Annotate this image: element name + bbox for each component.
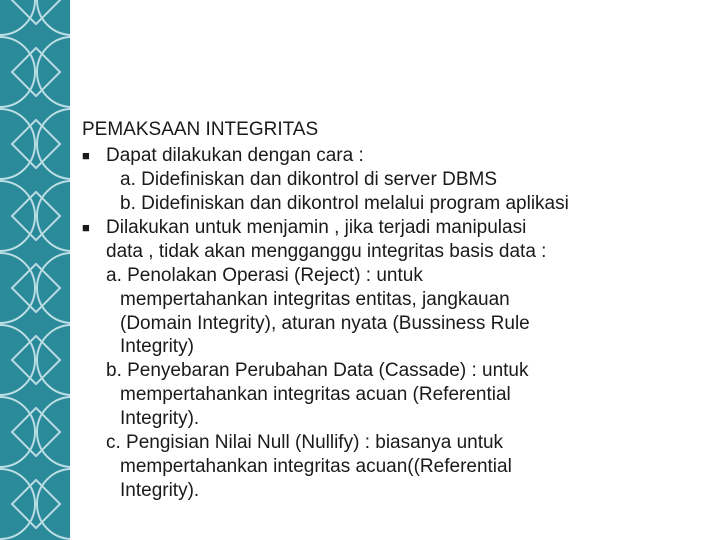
bullet-2c-2: mempertahankan integritas acuan((Referen… (82, 455, 702, 479)
bullet-2-cont: data , tidak akan mengganggu integritas … (82, 240, 702, 264)
bullet-2b-2: mempertahankan integritas acuan (Referen… (82, 383, 702, 407)
bullet-icon: ■ (82, 216, 106, 240)
bullet-2-text: Dilakukan untuk menjamin , jika terjadi … (106, 216, 702, 240)
bullet-2a-1: a. Penolakan Operasi (Reject) : untuk (82, 264, 702, 288)
bullet-2: ■ Dilakukan untuk menjamin , jika terjad… (82, 216, 702, 240)
decorative-sidebar (0, 0, 70, 540)
bullet-2a-2: mempertahankan integritas entitas, jangk… (82, 288, 702, 312)
bullet-1a: a. Didefiniskan dan dikontrol di server … (82, 168, 702, 192)
slide-content: PEMAKSAAN INTEGRITAS ■ Dapat dilakukan d… (82, 118, 702, 503)
bullet-2b-1: b. Penyebaran Perubahan Data (Cassade) :… (82, 359, 702, 383)
bullet-2a-3: (Domain Integrity), aturan nyata (Bussin… (82, 312, 702, 336)
bullet-2a-4: Integrity) (82, 335, 702, 359)
slide-title: PEMAKSAAN INTEGRITAS (82, 118, 702, 142)
ring-pattern (0, 0, 70, 540)
bullet-2c-3: Integrity). (82, 479, 702, 503)
bullet-1b: b. Didefiniskan dan dikontrol melalui pr… (82, 192, 702, 216)
bullet-2c-1: c. Pengisian Nilai Null (Nullify) : bias… (82, 431, 702, 455)
bullet-2b-3: Integrity). (82, 407, 702, 431)
bullet-1: ■ Dapat dilakukan dengan cara : (82, 144, 702, 168)
bullet-1-text: Dapat dilakukan dengan cara : (106, 144, 702, 168)
bullet-icon: ■ (82, 144, 106, 168)
